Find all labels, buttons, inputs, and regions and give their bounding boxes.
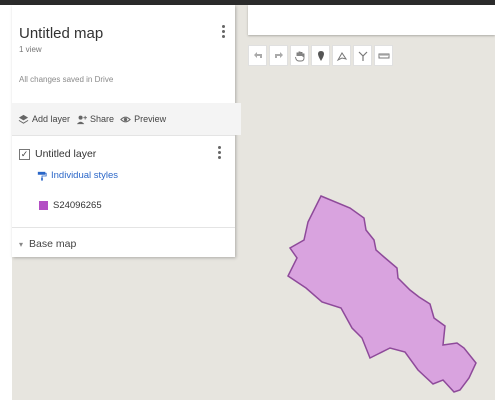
view-count: 1 view — [19, 45, 42, 54]
search-box[interactable] — [248, 5, 495, 35]
share-label: Share — [90, 114, 115, 124]
redo-icon — [274, 51, 283, 58]
share-button[interactable]: Share — [76, 114, 114, 125]
map-title[interactable]: Untitled map — [19, 25, 103, 42]
divider — [12, 227, 235, 228]
undo-button[interactable] — [248, 45, 267, 66]
chevron-down-icon: ▾ — [19, 239, 24, 249]
feature-item[interactable]: S24096265 — [39, 200, 102, 211]
basemap-label: Base map — [29, 238, 77, 250]
layer-style-link[interactable]: Individual styles — [37, 170, 118, 181]
layer-header[interactable]: ✓ Untitled layer — [19, 148, 96, 160]
add-layer-label: Add layer — [32, 114, 71, 124]
map-side-panel: Untitled map 1 view All changes saved in… — [12, 5, 241, 257]
feature-name: S24096265 — [53, 200, 102, 211]
map-options-icon[interactable] — [220, 25, 226, 38]
hand-icon — [294, 51, 304, 61]
basemap-toggle[interactable]: ▾ Base map — [19, 238, 76, 250]
draw-line-button[interactable] — [332, 45, 351, 66]
paint-roller-icon — [37, 171, 47, 181]
feature-polygon[interactable] — [287, 195, 477, 393]
layer-actions-bar: Add layer Share Preview — [12, 103, 241, 135]
route-icon — [358, 51, 367, 61]
preview-button[interactable]: Preview — [120, 114, 166, 125]
map-toolbar — [248, 45, 393, 71]
save-status: All changes saved in Drive — [19, 75, 114, 84]
divider — [12, 135, 235, 136]
layer-options-icon[interactable] — [216, 146, 222, 159]
add-layer-button[interactable]: Add layer — [18, 114, 70, 125]
undo-icon — [253, 51, 262, 58]
eye-icon — [120, 116, 131, 122]
pan-button[interactable] — [290, 45, 309, 66]
redo-button[interactable] — [269, 45, 288, 66]
ruler-icon — [378, 53, 389, 58]
add-directions-button[interactable] — [353, 45, 372, 66]
layer-name[interactable]: Untitled layer — [35, 148, 96, 160]
preview-label: Preview — [134, 114, 167, 124]
add-marker-button[interactable] — [311, 45, 330, 66]
polygon-color-icon — [39, 201, 48, 210]
layer-visibility-checkbox[interactable]: ✓ — [19, 148, 30, 160]
styles-label: Individual styles — [51, 170, 119, 181]
measure-button[interactable] — [374, 45, 393, 66]
marker-icon — [317, 50, 324, 61]
add-person-icon — [76, 115, 88, 124]
draw-line-icon — [336, 51, 347, 61]
layers-icon — [18, 114, 29, 124]
